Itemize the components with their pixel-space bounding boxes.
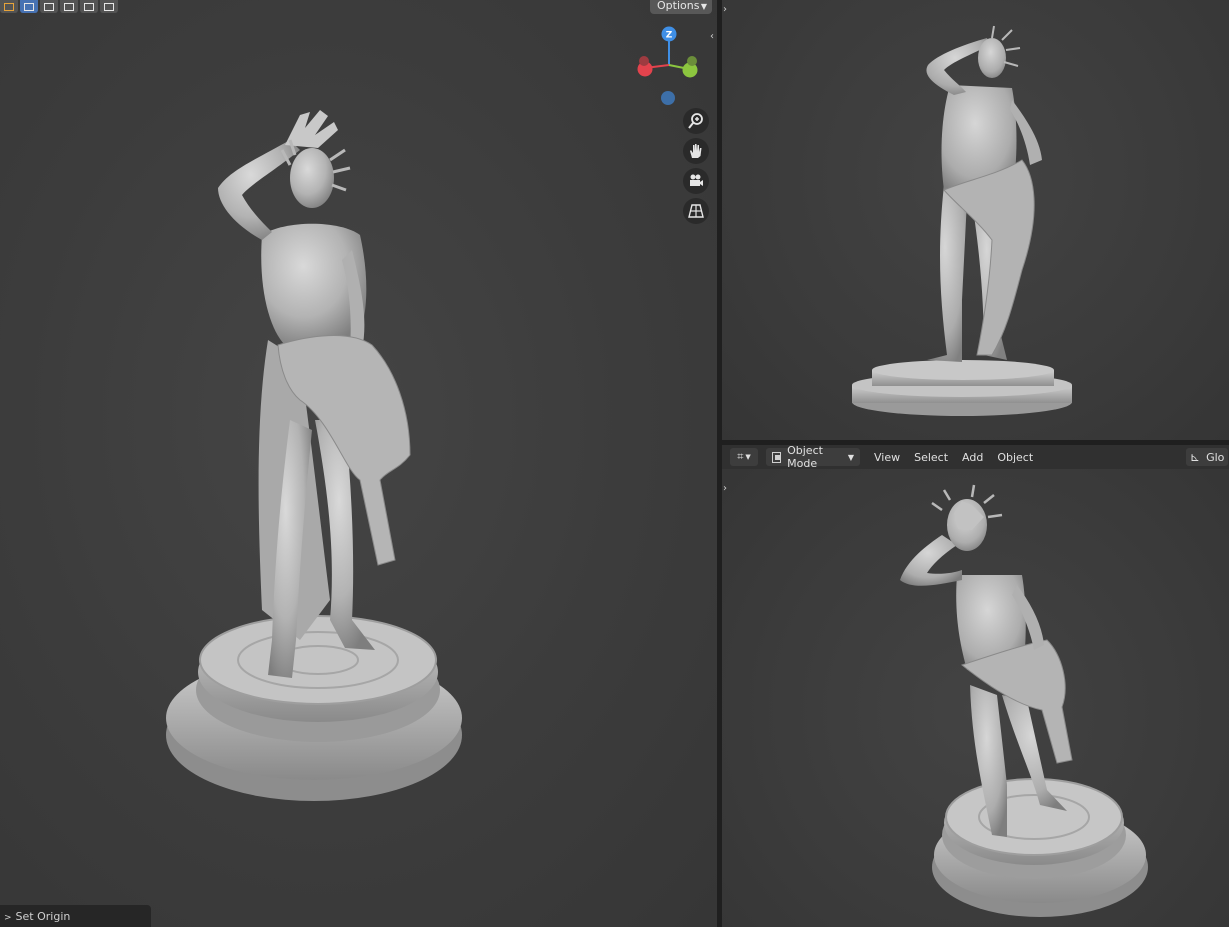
chevron-down-icon: ▼: [700, 2, 707, 11]
options-label: Options: [657, 0, 700, 12]
zoom-icon[interactable]: [683, 108, 709, 134]
menu-select[interactable]: Select: [914, 451, 948, 464]
orientation-axes-icon: ⊾: [1190, 450, 1201, 464]
transform-gizmo-icon: ⌗: [737, 450, 744, 463]
orientation-label: Glo: [1206, 450, 1225, 464]
bottom-right-3d-viewport[interactable]: ›: [722, 445, 1229, 927]
camera-icon[interactable]: [683, 168, 709, 194]
chevron-right-icon: >: [4, 913, 12, 923]
gizmo-neg-y-icon[interactable]: [687, 56, 697, 66]
options-dropdown[interactable]: Options ▼: [650, 0, 712, 14]
object-mode-dropdown[interactable]: Object Mode ▼: [766, 444, 860, 470]
navigation-gizmo[interactable]: Z: [632, 24, 707, 109]
statue-model-main[interactable]: [0, 0, 717, 927]
gizmo-neg-x-icon[interactable]: [639, 56, 649, 66]
pan-hand-icon[interactable]: [683, 138, 709, 164]
perspective-grid-icon[interactable]: [683, 198, 709, 224]
statue-model-top-right[interactable]: [722, 0, 1229, 440]
select-mode-extend-icon[interactable]: [40, 0, 58, 13]
select-mode-intersect-icon[interactable]: [100, 0, 118, 13]
operator-label: Set Origin: [15, 910, 71, 923]
editor-type-dropdown[interactable]: ⌗ ▼: [730, 448, 758, 466]
select-mode-difference-icon[interactable]: [80, 0, 98, 13]
select-mode-subtract-icon[interactable]: [60, 0, 78, 13]
chevron-down-icon: ▼: [745, 453, 751, 461]
menu-add[interactable]: Add: [962, 451, 983, 464]
top-right-3d-viewport[interactable]: ›: [722, 0, 1229, 440]
viewport-header: ⌗ ▼ Object Mode ▼ View Select Add Object …: [722, 444, 1229, 470]
chevron-down-icon: ▼: [847, 452, 854, 462]
transform-orientation-dropdown[interactable]: ⊾ Glo: [1186, 448, 1229, 466]
gizmo-neg-z-icon[interactable]: [661, 91, 675, 105]
select-mode-new-icon[interactable]: [20, 0, 38, 13]
statue-model-bottom-right[interactable]: [722, 445, 1229, 927]
main-3d-viewport[interactable]: Options ▼ Z ‹ > Set Origin: [0, 0, 717, 927]
mode-label: Object Mode: [787, 444, 823, 470]
gizmo-z-label: Z: [666, 31, 673, 41]
sidebar-toggle-icon[interactable]: ‹: [710, 31, 714, 42]
selection-mode-toolbar: [0, 0, 118, 13]
object-mode-icon: [772, 451, 782, 463]
tool-select-icon[interactable]: [0, 0, 18, 13]
menu-view[interactable]: View: [874, 451, 900, 464]
menu-object[interactable]: Object: [997, 451, 1033, 464]
last-operator-panel[interactable]: > Set Origin: [0, 905, 151, 927]
sidebar-toggle-icon[interactable]: ›: [723, 4, 727, 15]
sidebar-toggle-icon[interactable]: ›: [723, 483, 727, 494]
